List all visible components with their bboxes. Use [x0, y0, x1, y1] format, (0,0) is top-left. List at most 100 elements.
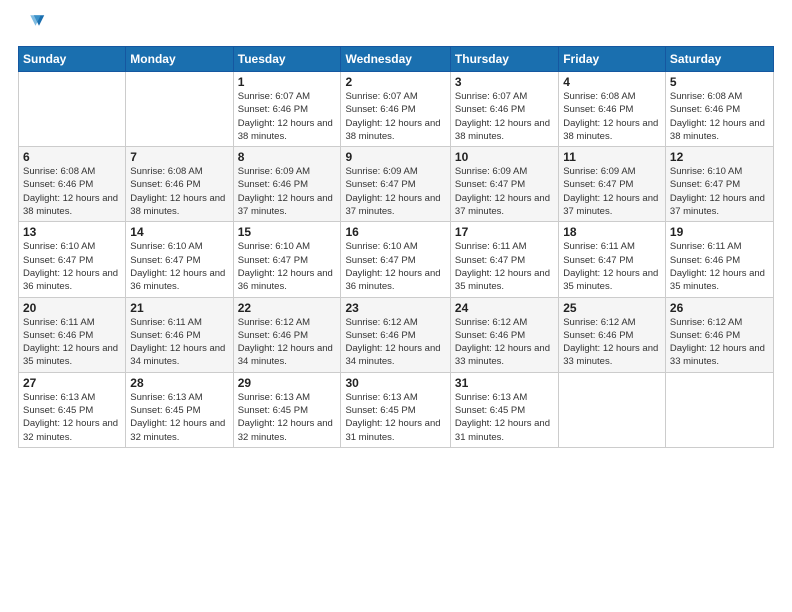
day-number: 25 [563, 301, 661, 315]
day-cell: 10Sunrise: 6:09 AM Sunset: 6:47 PM Dayli… [450, 147, 558, 222]
day-number: 26 [670, 301, 769, 315]
day-info: Sunrise: 6:13 AM Sunset: 6:45 PM Dayligh… [23, 391, 121, 444]
day-number: 6 [23, 150, 121, 164]
day-info: Sunrise: 6:08 AM Sunset: 6:46 PM Dayligh… [23, 165, 121, 218]
col-header-wednesday: Wednesday [341, 47, 450, 72]
day-info: Sunrise: 6:08 AM Sunset: 6:46 PM Dayligh… [563, 90, 661, 143]
day-cell: 24Sunrise: 6:12 AM Sunset: 6:46 PM Dayli… [450, 297, 558, 372]
header [18, 10, 774, 38]
day-info: Sunrise: 6:12 AM Sunset: 6:46 PM Dayligh… [345, 316, 445, 369]
day-info: Sunrise: 6:07 AM Sunset: 6:46 PM Dayligh… [455, 90, 554, 143]
day-number: 1 [238, 75, 337, 89]
day-info: Sunrise: 6:11 AM Sunset: 6:46 PM Dayligh… [23, 316, 121, 369]
day-number: 19 [670, 225, 769, 239]
day-number: 15 [238, 225, 337, 239]
day-number: 14 [130, 225, 228, 239]
day-number: 21 [130, 301, 228, 315]
day-cell: 27Sunrise: 6:13 AM Sunset: 6:45 PM Dayli… [19, 372, 126, 447]
day-info: Sunrise: 6:13 AM Sunset: 6:45 PM Dayligh… [238, 391, 337, 444]
day-cell: 26Sunrise: 6:12 AM Sunset: 6:46 PM Dayli… [665, 297, 773, 372]
day-info: Sunrise: 6:11 AM Sunset: 6:46 PM Dayligh… [130, 316, 228, 369]
day-info: Sunrise: 6:11 AM Sunset: 6:47 PM Dayligh… [563, 240, 661, 293]
page: SundayMondayTuesdayWednesdayThursdayFrid… [0, 0, 792, 612]
day-info: Sunrise: 6:10 AM Sunset: 6:47 PM Dayligh… [23, 240, 121, 293]
day-info: Sunrise: 6:09 AM Sunset: 6:47 PM Dayligh… [345, 165, 445, 218]
day-cell: 30Sunrise: 6:13 AM Sunset: 6:45 PM Dayli… [341, 372, 450, 447]
day-info: Sunrise: 6:11 AM Sunset: 6:47 PM Dayligh… [455, 240, 554, 293]
day-info: Sunrise: 6:10 AM Sunset: 6:47 PM Dayligh… [670, 165, 769, 218]
day-info: Sunrise: 6:08 AM Sunset: 6:46 PM Dayligh… [130, 165, 228, 218]
day-number: 10 [455, 150, 554, 164]
day-number: 11 [563, 150, 661, 164]
col-header-tuesday: Tuesday [233, 47, 341, 72]
day-number: 23 [345, 301, 445, 315]
day-info: Sunrise: 6:12 AM Sunset: 6:46 PM Dayligh… [238, 316, 337, 369]
day-cell: 17Sunrise: 6:11 AM Sunset: 6:47 PM Dayli… [450, 222, 558, 297]
day-cell: 23Sunrise: 6:12 AM Sunset: 6:46 PM Dayli… [341, 297, 450, 372]
col-header-friday: Friday [559, 47, 666, 72]
day-number: 27 [23, 376, 121, 390]
day-cell: 8Sunrise: 6:09 AM Sunset: 6:46 PM Daylig… [233, 147, 341, 222]
day-cell: 15Sunrise: 6:10 AM Sunset: 6:47 PM Dayli… [233, 222, 341, 297]
day-number: 29 [238, 376, 337, 390]
day-info: Sunrise: 6:08 AM Sunset: 6:46 PM Dayligh… [670, 90, 769, 143]
day-cell [19, 72, 126, 147]
day-cell [665, 372, 773, 447]
day-info: Sunrise: 6:13 AM Sunset: 6:45 PM Dayligh… [455, 391, 554, 444]
day-info: Sunrise: 6:13 AM Sunset: 6:45 PM Dayligh… [130, 391, 228, 444]
day-info: Sunrise: 6:09 AM Sunset: 6:47 PM Dayligh… [455, 165, 554, 218]
day-cell: 20Sunrise: 6:11 AM Sunset: 6:46 PM Dayli… [19, 297, 126, 372]
day-info: Sunrise: 6:13 AM Sunset: 6:45 PM Dayligh… [345, 391, 445, 444]
day-number: 9 [345, 150, 445, 164]
day-cell: 13Sunrise: 6:10 AM Sunset: 6:47 PM Dayli… [19, 222, 126, 297]
day-cell: 21Sunrise: 6:11 AM Sunset: 6:46 PM Dayli… [126, 297, 233, 372]
day-cell: 6Sunrise: 6:08 AM Sunset: 6:46 PM Daylig… [19, 147, 126, 222]
day-info: Sunrise: 6:10 AM Sunset: 6:47 PM Dayligh… [238, 240, 337, 293]
week-row-3: 13Sunrise: 6:10 AM Sunset: 6:47 PM Dayli… [19, 222, 774, 297]
day-cell: 5Sunrise: 6:08 AM Sunset: 6:46 PM Daylig… [665, 72, 773, 147]
day-info: Sunrise: 6:10 AM Sunset: 6:47 PM Dayligh… [345, 240, 445, 293]
day-number: 4 [563, 75, 661, 89]
week-row-5: 27Sunrise: 6:13 AM Sunset: 6:45 PM Dayli… [19, 372, 774, 447]
day-info: Sunrise: 6:07 AM Sunset: 6:46 PM Dayligh… [345, 90, 445, 143]
day-cell: 11Sunrise: 6:09 AM Sunset: 6:47 PM Dayli… [559, 147, 666, 222]
week-row-1: 1Sunrise: 6:07 AM Sunset: 6:46 PM Daylig… [19, 72, 774, 147]
col-header-saturday: Saturday [665, 47, 773, 72]
day-info: Sunrise: 6:09 AM Sunset: 6:47 PM Dayligh… [563, 165, 661, 218]
day-number: 24 [455, 301, 554, 315]
day-number: 31 [455, 376, 554, 390]
day-number: 28 [130, 376, 228, 390]
day-cell: 1Sunrise: 6:07 AM Sunset: 6:46 PM Daylig… [233, 72, 341, 147]
calendar-table: SundayMondayTuesdayWednesdayThursdayFrid… [18, 46, 774, 448]
day-cell: 29Sunrise: 6:13 AM Sunset: 6:45 PM Dayli… [233, 372, 341, 447]
day-number: 13 [23, 225, 121, 239]
day-number: 17 [455, 225, 554, 239]
day-number: 7 [130, 150, 228, 164]
day-number: 22 [238, 301, 337, 315]
day-cell [559, 372, 666, 447]
logo [18, 10, 50, 38]
day-cell: 2Sunrise: 6:07 AM Sunset: 6:46 PM Daylig… [341, 72, 450, 147]
day-cell: 7Sunrise: 6:08 AM Sunset: 6:46 PM Daylig… [126, 147, 233, 222]
col-header-monday: Monday [126, 47, 233, 72]
day-number: 8 [238, 150, 337, 164]
day-number: 12 [670, 150, 769, 164]
day-cell: 22Sunrise: 6:12 AM Sunset: 6:46 PM Dayli… [233, 297, 341, 372]
day-cell: 4Sunrise: 6:08 AM Sunset: 6:46 PM Daylig… [559, 72, 666, 147]
day-number: 16 [345, 225, 445, 239]
day-info: Sunrise: 6:12 AM Sunset: 6:46 PM Dayligh… [670, 316, 769, 369]
day-number: 18 [563, 225, 661, 239]
day-cell [126, 72, 233, 147]
day-cell: 28Sunrise: 6:13 AM Sunset: 6:45 PM Dayli… [126, 372, 233, 447]
day-cell: 12Sunrise: 6:10 AM Sunset: 6:47 PM Dayli… [665, 147, 773, 222]
day-info: Sunrise: 6:10 AM Sunset: 6:47 PM Dayligh… [130, 240, 228, 293]
days-header-row: SundayMondayTuesdayWednesdayThursdayFrid… [19, 47, 774, 72]
week-row-4: 20Sunrise: 6:11 AM Sunset: 6:46 PM Dayli… [19, 297, 774, 372]
day-number: 30 [345, 376, 445, 390]
day-cell: 9Sunrise: 6:09 AM Sunset: 6:47 PM Daylig… [341, 147, 450, 222]
day-cell: 25Sunrise: 6:12 AM Sunset: 6:46 PM Dayli… [559, 297, 666, 372]
day-info: Sunrise: 6:12 AM Sunset: 6:46 PM Dayligh… [455, 316, 554, 369]
day-cell: 19Sunrise: 6:11 AM Sunset: 6:46 PM Dayli… [665, 222, 773, 297]
day-cell: 14Sunrise: 6:10 AM Sunset: 6:47 PM Dayli… [126, 222, 233, 297]
day-info: Sunrise: 6:07 AM Sunset: 6:46 PM Dayligh… [238, 90, 337, 143]
